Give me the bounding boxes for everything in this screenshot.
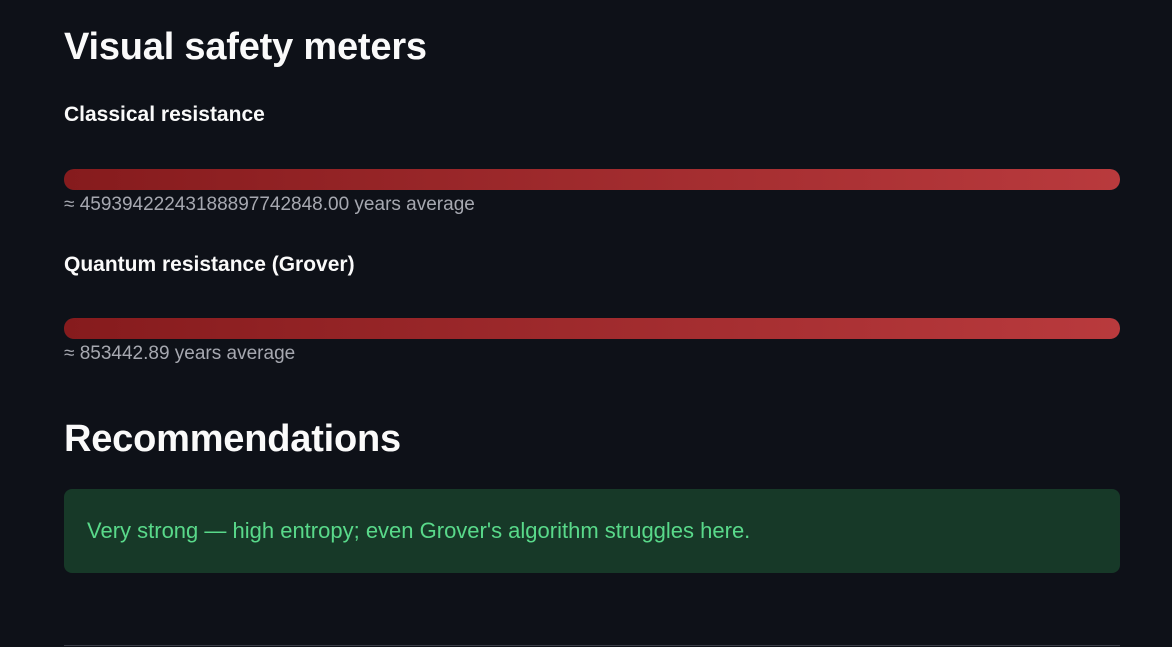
alert-message: Very strong — high entropy; even Grover'… xyxy=(87,518,751,543)
section-title-recommendations: Recommendations xyxy=(64,418,401,460)
section-title-safety-meters: Visual safety meters xyxy=(64,26,427,68)
progress-bar-classical xyxy=(64,169,1120,190)
meter-label-quantum: Quantum resistance (Grover) xyxy=(64,253,355,276)
caption-classical: ≈ 45939422243188897742848.00 years avera… xyxy=(64,194,475,215)
progress-fill-classical xyxy=(64,169,1120,190)
success-alert: Very strong — high entropy; even Grover'… xyxy=(64,489,1120,573)
bottom-divider xyxy=(64,645,1120,646)
progress-fill-quantum xyxy=(64,318,1120,339)
meter-label-classical: Classical resistance xyxy=(64,103,265,126)
progress-bar-quantum xyxy=(64,318,1120,339)
caption-quantum: ≈ 853442.89 years average xyxy=(64,343,296,364)
